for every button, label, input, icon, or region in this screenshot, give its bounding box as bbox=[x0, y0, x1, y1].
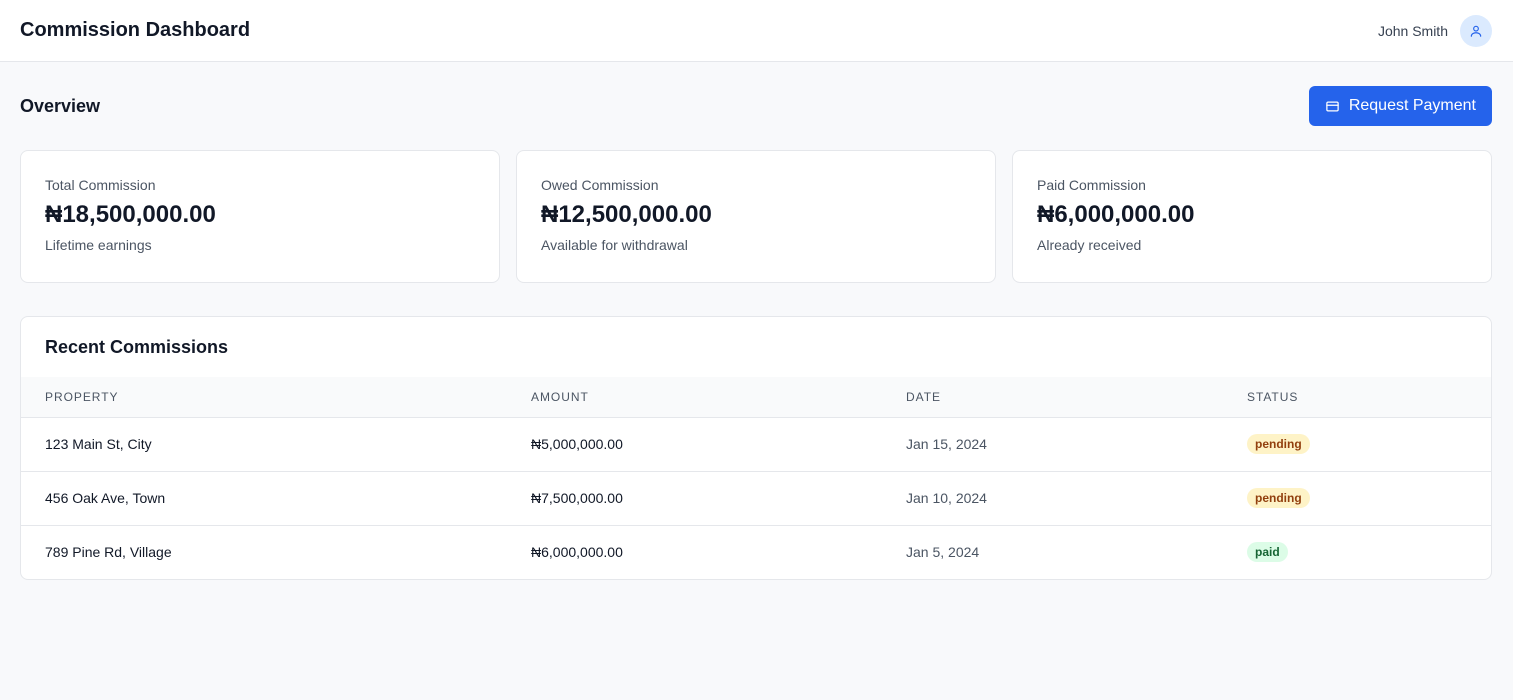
card-subtext: Already received bbox=[1037, 237, 1142, 253]
column-header-status: STATUS bbox=[1247, 389, 1299, 404]
card-label: Owed Commission bbox=[541, 177, 659, 193]
status-cell: pending bbox=[1223, 471, 1491, 525]
table-row[interactable]: 456 Oak Ave, Town ₦7,500,000.00 Jan 10, … bbox=[21, 471, 1491, 525]
table-header-row: PROPERTY AMOUNT DATE STATUS bbox=[21, 377, 1491, 417]
app-title: Commission Dashboard bbox=[20, 19, 251, 41]
date-cell: Jan 5, 2024 bbox=[906, 544, 980, 561]
property-cell: 123 Main St, City bbox=[45, 436, 152, 452]
amount-cell: ₦5,000,000.00 bbox=[531, 436, 623, 452]
status-cell: paid bbox=[1223, 525, 1491, 579]
status-badge: paid bbox=[1247, 542, 1288, 563]
main-content: Overview Request Payment Total Commissio… bbox=[0, 62, 1513, 580]
card-subtext: Available for withdrawal bbox=[541, 237, 688, 253]
card-value: ₦18,500,000.00 bbox=[45, 201, 216, 228]
card-label: Total Commission bbox=[45, 177, 156, 193]
paid-commission-card: Paid Commission ₦6,000,000.00 Already re… bbox=[1012, 150, 1492, 283]
status-cell: pending bbox=[1223, 417, 1491, 471]
commissions-table: PROPERTY AMOUNT DATE STATUS 123 Main St,… bbox=[21, 377, 1491, 579]
card-value: ₦12,500,000.00 bbox=[541, 201, 712, 228]
card-label: Paid Commission bbox=[1037, 177, 1146, 193]
request-payment-button[interactable]: Request Payment bbox=[1308, 86, 1492, 126]
card-value: ₦6,000,000.00 bbox=[1037, 201, 1195, 228]
wallet-icon bbox=[1326, 101, 1339, 111]
table-row[interactable]: 123 Main St, City ₦5,000,000.00 Jan 15, … bbox=[21, 417, 1491, 471]
column-header-date: DATE bbox=[906, 389, 941, 404]
date-cell: Jan 10, 2024 bbox=[906, 490, 987, 506]
overview-title: Overview bbox=[20, 95, 101, 116]
user-menu[interactable]: John Smith bbox=[1377, 14, 1492, 47]
recent-commissions-header: Recent Commissions bbox=[21, 317, 1491, 377]
column-header-property: PROPERTY bbox=[45, 389, 119, 404]
avatar[interactable] bbox=[1460, 14, 1492, 47]
recent-commissions-title: Recent Commissions bbox=[45, 336, 229, 357]
table-row[interactable]: 789 Pine Rd, Village ₦6,000,000.00 Jan 5… bbox=[21, 525, 1491, 579]
user-icon bbox=[1470, 25, 1482, 37]
summary-cards: Total Commission ₦18,500,000.00 Lifetime… bbox=[20, 150, 1492, 283]
column-header-amount: AMOUNT bbox=[531, 389, 589, 404]
owed-commission-card: Owed Commission ₦12,500,000.00 Available… bbox=[516, 150, 996, 283]
recent-commissions-panel: Recent Commissions PROPERTY AMOUNT DATE … bbox=[20, 316, 1492, 580]
amount-cell: ₦6,000,000.00 bbox=[531, 544, 623, 561]
date-cell: Jan 15, 2024 bbox=[906, 436, 987, 452]
overview-header: Overview Request Payment bbox=[20, 86, 1492, 126]
total-commission-card: Total Commission ₦18,500,000.00 Lifetime… bbox=[20, 150, 500, 283]
property-cell: 456 Oak Ave, Town bbox=[45, 490, 166, 506]
status-badge: pending bbox=[1247, 434, 1310, 454]
status-badge: pending bbox=[1247, 488, 1310, 508]
top-bar: Commission Dashboard John Smith bbox=[0, 0, 1513, 62]
card-subtext: Lifetime earnings bbox=[45, 237, 152, 253]
property-cell: 789 Pine Rd, Village bbox=[45, 544, 172, 561]
request-payment-label: Request Payment bbox=[1348, 97, 1476, 114]
user-name: John Smith bbox=[1377, 22, 1448, 39]
amount-cell: ₦7,500,000.00 bbox=[531, 490, 623, 506]
